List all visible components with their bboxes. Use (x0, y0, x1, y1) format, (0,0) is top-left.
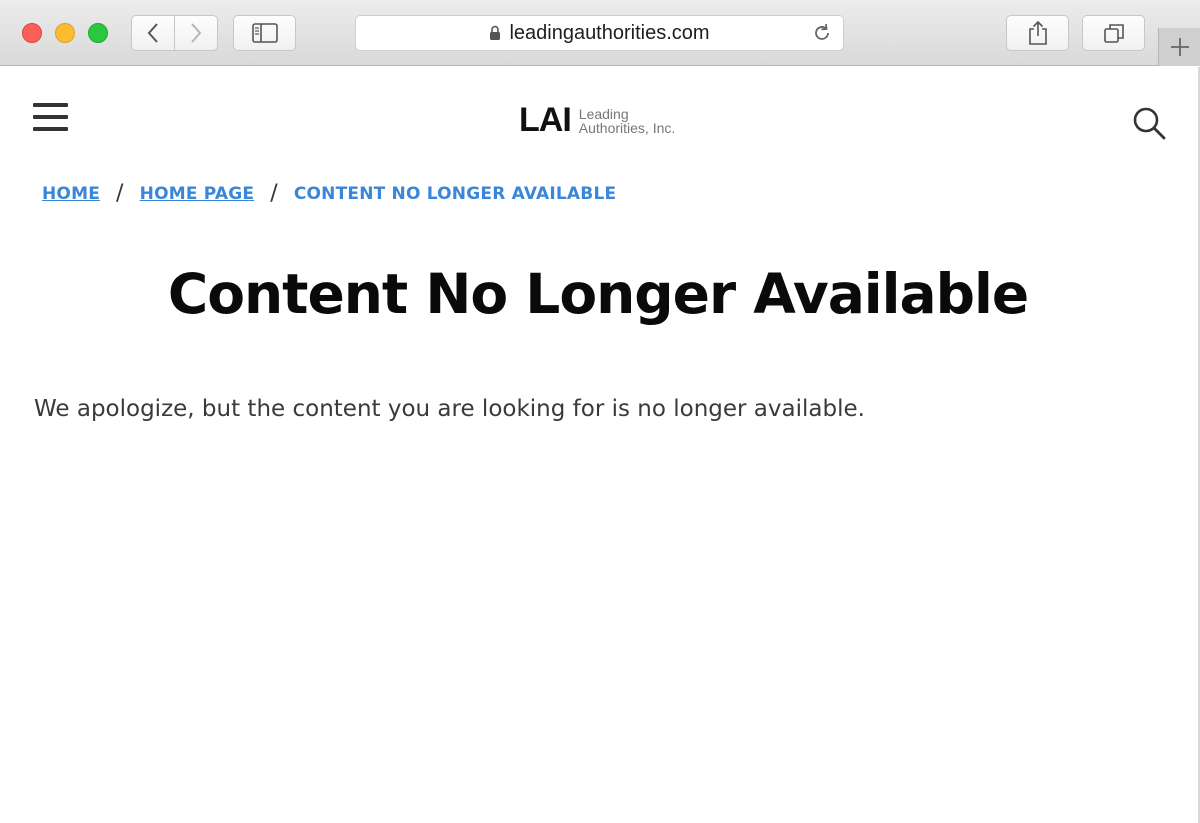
browser-toolbar: leadingauthorities.com (0, 0, 1200, 66)
forward-icon (191, 23, 202, 43)
new-tab-icon (1170, 38, 1189, 56)
share-icon (1028, 20, 1047, 45)
lock-icon (490, 25, 501, 40)
forward-button[interactable] (174, 16, 217, 50)
tabs-icon (1103, 24, 1124, 43)
search-icon (1133, 107, 1166, 140)
search-button[interactable] (1132, 106, 1166, 140)
breadcrumb-link-home-page[interactable]: HOME PAGE (140, 184, 255, 204)
site-logo[interactable]: LAI Leading Authorities, Inc. (519, 101, 675, 137)
new-tab-button[interactable] (1158, 28, 1200, 66)
reload-icon[interactable] (811, 22, 833, 44)
share-button[interactable] (1006, 15, 1069, 51)
logo-mark: LAI (519, 101, 572, 139)
close-window-button[interactable] (22, 23, 42, 43)
hamburger-menu-icon (33, 103, 68, 107)
breadcrumb-link-home[interactable]: HOME (42, 184, 100, 204)
page-title: Content No Longer Available (167, 262, 1029, 326)
url-text: leadingauthorities.com (509, 21, 710, 44)
minimize-window-button[interactable] (55, 23, 75, 43)
hamburger-line (33, 127, 68, 131)
zoom-window-button[interactable] (88, 23, 108, 43)
breadcrumb: HOME / HOME PAGE / CONTENT NO LONGER AVA… (42, 181, 616, 206)
sidebar-icon (251, 23, 278, 43)
hamburger-menu-button[interactable] (33, 103, 68, 133)
logo-line-2: Authorities, Inc. (578, 120, 676, 136)
breadcrumb-current: CONTENT NO LONGER AVAILABLE (293, 183, 617, 204)
back-button[interactable] (132, 16, 174, 50)
breadcrumb-separator: / (116, 181, 124, 206)
logo-wordmark: Leading Authorities, Inc. (579, 107, 676, 137)
unavailable-message: We apologize, but the content you are lo… (34, 396, 865, 422)
back-icon (147, 23, 158, 43)
breadcrumb-separator: / (270, 181, 278, 206)
address-bar[interactable]: leadingauthorities.com (355, 15, 844, 51)
show-tabs-button[interactable] (1082, 15, 1145, 51)
history-nav (131, 15, 218, 51)
sidebar-button[interactable] (233, 15, 296, 51)
hamburger-line (33, 115, 68, 119)
